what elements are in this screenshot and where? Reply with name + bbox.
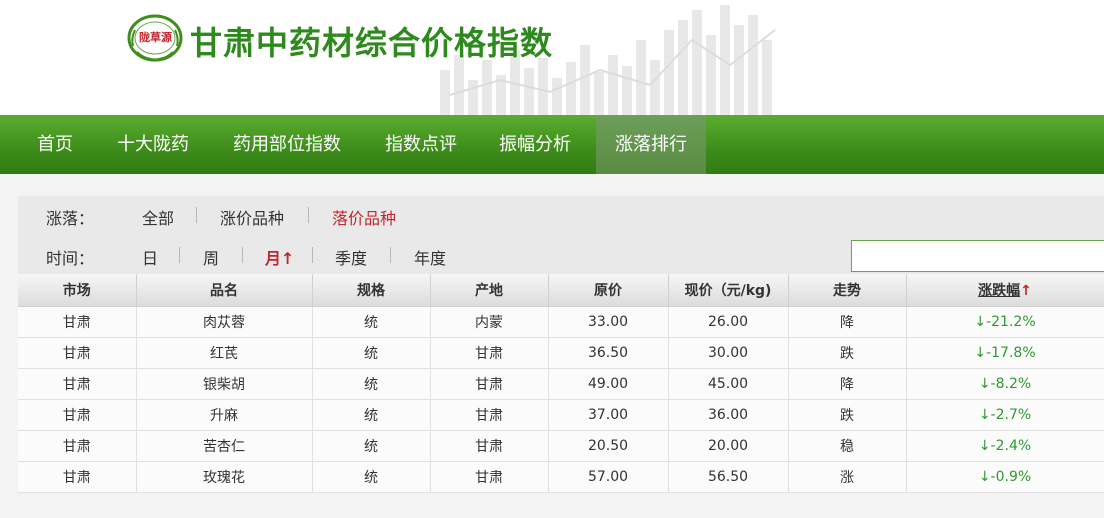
divider — [196, 207, 197, 223]
table-body: 甘肃 肉苁蓉统内蒙 33.00 26.00 降 ↓-21.2% 甘肃 红芪统甘肃 36.50 30… — [18, 306, 1104, 493]
original-price-cell: 20.50 — [548, 430, 669, 462]
column-header-market: 市场 — [18, 274, 137, 307]
spec-cell: 统 — [312, 306, 431, 338]
column-header-trend: 走势 — [788, 274, 907, 307]
name-cell: 肉苁蓉 — [136, 306, 313, 338]
ranking-table: 市场 品名 规格 产地 原价 现价（元/kg) 走势 涨跌幅↑ 甘肃 肉苁蓉统内蒙… — [18, 274, 1104, 493]
nav-item-home[interactable]: 首页 — [20, 115, 90, 174]
table-row: 甘肃 银柴胡统甘肃 49.00 45.00 降 ↓-8.2% — [18, 368, 1104, 400]
original-price-cell: 57.00 — [548, 461, 669, 493]
change-cell: ↓-0.9% — [906, 461, 1104, 493]
current-price-cell: 45.00 — [668, 368, 789, 400]
time-option-year[interactable]: 年度 — [414, 245, 446, 269]
trend-cell: 跌 — [788, 399, 907, 431]
main-nav: 首页 十大陇药 药用部位指数 指数点评 振幅分析 涨落排行 — [0, 115, 1104, 174]
change-option-rising[interactable]: 涨价品种 — [220, 205, 284, 229]
origin-cell: 甘肃 — [430, 368, 549, 400]
divider — [312, 247, 313, 263]
sort-arrow-icon: ↑ — [1020, 282, 1032, 299]
nav-item-amplitude-analysis[interactable]: 振幅分析 — [484, 115, 586, 174]
original-price-cell: 36.50 — [548, 337, 669, 369]
nav-item-ten-long-medicines[interactable]: 十大陇药 — [100, 115, 206, 174]
column-header-name: 品名 — [136, 274, 313, 307]
search-input[interactable] — [851, 240, 1104, 272]
spec-cell: 统 — [312, 368, 431, 400]
market-cell: 甘肃 — [18, 399, 137, 431]
origin-cell: 内蒙 — [430, 306, 549, 338]
table-row: 甘肃 肉苁蓉统内蒙 33.00 26.00 降 ↓-21.2% — [18, 306, 1104, 338]
price-table: 市场 品名 规格 产地 原价 现价（元/kg) 走势 涨跌幅↑ 甘肃 肉苁蓉统内蒙… — [18, 274, 1104, 493]
divider — [179, 247, 180, 263]
time-filter-label: 时间： — [46, 249, 95, 268]
nav-item-rise-fall-ranking[interactable]: 涨落排行 — [596, 115, 706, 174]
column-header-change-sort[interactable]: 涨跌幅↑ — [906, 274, 1104, 307]
column-header-original-price: 原价 — [548, 274, 669, 307]
name-cell: 红芪 — [136, 337, 313, 369]
market-cell: 甘肃 — [18, 306, 137, 338]
original-price-cell: 49.00 — [548, 368, 669, 400]
table-row: 甘肃 升麻统甘肃 37.00 36.00 跌 ↓-2.7% — [18, 399, 1104, 431]
trend-cell: 降 — [788, 368, 907, 400]
name-cell: 苦杏仁 — [136, 430, 313, 462]
column-header-current-price: 现价（元/kg) — [668, 274, 789, 307]
table-row: 甘肃 红芪统甘肃 36.50 30.00 跌 ↓-17.8% — [18, 337, 1104, 369]
nav-item-medicinal-part-index[interactable]: 药用部位指数 — [216, 115, 358, 174]
original-price-cell: 37.00 — [548, 399, 669, 431]
trend-cell: 降 — [788, 306, 907, 338]
current-price-cell: 20.00 — [668, 430, 789, 462]
trend-cell: 稳 — [788, 430, 907, 462]
origin-cell: 甘肃 — [430, 399, 549, 431]
table-header-row: 市场 品名 规格 产地 原价 现价（元/kg) 走势 涨跌幅↑ — [18, 274, 1104, 307]
change-cell: ↓-2.4% — [906, 430, 1104, 462]
sort-label: 涨跌幅 — [978, 282, 1021, 299]
change-cell: ↓-21.2% — [906, 306, 1104, 338]
current-price-cell: 36.00 — [668, 399, 789, 431]
time-option-month[interactable]: 月↑ — [265, 245, 294, 269]
column-header-origin: 产地 — [430, 274, 549, 307]
trend-cell: 涨 — [788, 461, 907, 493]
origin-cell: 甘肃 — [430, 430, 549, 462]
change-option-falling[interactable]: 落价品种 — [332, 205, 396, 229]
nav-item-index-review[interactable]: 指数点评 — [368, 115, 474, 174]
origin-cell: 甘肃 — [430, 461, 549, 493]
time-option-quarter[interactable]: 季度 — [335, 245, 367, 269]
original-price-cell: 33.00 — [548, 306, 669, 338]
change-filter-label: 涨落： — [46, 209, 95, 228]
spec-cell: 统 — [312, 337, 431, 369]
divider — [390, 247, 391, 263]
site-title: 甘肃中药材综合价格指数 — [190, 24, 554, 62]
market-cell: 甘肃 — [18, 461, 137, 493]
change-cell: ↓-17.8% — [906, 337, 1104, 369]
table-row: 甘肃 玫瑰花统甘肃 57.00 56.50 涨 ↓-0.9% — [18, 461, 1104, 493]
spec-cell: 统 — [312, 430, 431, 462]
divider — [308, 207, 309, 223]
time-option-day[interactable]: 日 — [142, 245, 158, 269]
current-price-cell: 56.50 — [668, 461, 789, 493]
logo-seal-text: 陇草源 — [139, 31, 172, 44]
name-cell: 升麻 — [136, 399, 313, 431]
market-cell: 甘肃 — [18, 337, 137, 369]
spec-cell: 统 — [312, 399, 431, 431]
name-cell: 银柴胡 — [136, 368, 313, 400]
column-header-spec: 规格 — [312, 274, 431, 307]
trend-cell: 跌 — [788, 337, 907, 369]
divider — [242, 247, 243, 263]
current-price-cell: 30.00 — [668, 337, 789, 369]
market-cell: 甘肃 — [18, 368, 137, 400]
site-header: 陇草源 甘肃中药材综合价格指数 — [0, 0, 1104, 115]
time-option-week[interactable]: 周 — [203, 245, 219, 269]
change-cell: ↓-2.7% — [906, 399, 1104, 431]
name-cell: 玫瑰花 — [136, 461, 313, 493]
change-cell: ↓-8.2% — [906, 368, 1104, 400]
change-option-all[interactable]: 全部 — [142, 205, 174, 229]
spec-cell: 统 — [312, 461, 431, 493]
market-cell: 甘肃 — [18, 430, 137, 462]
current-price-cell: 26.00 — [668, 306, 789, 338]
table-row: 甘肃 苦杏仁统甘肃 20.50 20.00 稳 ↓-2.4% — [18, 430, 1104, 462]
origin-cell: 甘肃 — [430, 337, 549, 369]
